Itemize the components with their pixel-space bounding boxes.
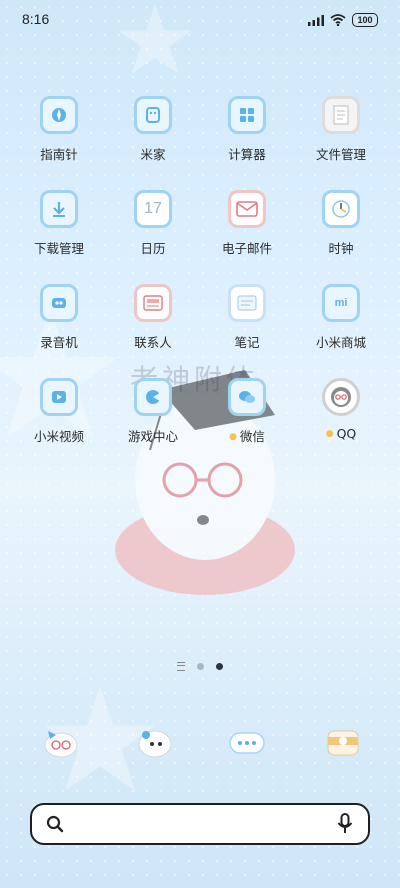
app-wechat[interactable]: ● 微信	[200, 378, 294, 445]
app-notes[interactable]: 笔记	[200, 284, 294, 351]
calendar-date: 17	[144, 200, 162, 217]
app-mijia[interactable]: 米家	[106, 96, 200, 163]
status-time: 8:16	[22, 11, 50, 27]
app-label: ● QQ	[294, 426, 388, 441]
mijia-icon	[134, 96, 172, 134]
app-recorder[interactable]: 录音机	[12, 284, 106, 351]
app-label-text: QQ	[336, 426, 357, 441]
game-center-icon	[134, 378, 172, 416]
wechat-icon	[228, 378, 266, 416]
contacts-icon	[134, 284, 172, 322]
microphone-icon[interactable]	[336, 813, 354, 835]
app-label: 联系人	[134, 335, 172, 350]
app-qq[interactable]: ● QQ	[294, 378, 388, 441]
app-label-text: 微信	[239, 429, 265, 444]
app-label: 指南针	[40, 147, 78, 162]
app-compass[interactable]: 指南针	[12, 96, 106, 163]
app-game-center[interactable]: 游戏中心	[106, 378, 200, 445]
app-label: ● 微信	[200, 426, 294, 445]
calculator-icon	[228, 96, 266, 134]
hello-kitty-browser-icon[interactable]	[324, 725, 362, 759]
app-label: 小米视频	[33, 429, 84, 444]
app-calendar[interactable]: 17 日历	[106, 190, 200, 257]
app-mi-video[interactable]: 小米视频	[12, 378, 106, 445]
compass-icon	[40, 96, 78, 134]
page-dot-2-active[interactable]	[216, 663, 223, 670]
app-file-manager[interactable]: 文件管理	[294, 96, 388, 163]
page-indicator	[0, 662, 400, 671]
calendar-icon: 17	[134, 190, 172, 228]
app-label: 游戏中心	[127, 429, 178, 444]
qq-icon	[322, 378, 360, 416]
app-label: 笔记	[234, 335, 260, 350]
wifi-icon	[330, 14, 346, 26]
dock	[0, 725, 400, 769]
mi-store-icon: mi	[322, 284, 360, 322]
new-indicator-dot: ●	[229, 432, 237, 442]
app-clock[interactable]: 时钟	[294, 190, 388, 257]
app-label: 计算器	[228, 147, 266, 162]
app-mi-store[interactable]: mi 小米商城	[294, 284, 388, 351]
app-email[interactable]: 电子邮件	[200, 190, 294, 257]
app-calculator[interactable]: 计算器	[200, 96, 294, 163]
app-contacts[interactable]: 联系人	[106, 284, 200, 351]
app-download-manager[interactable]: 下载管理	[12, 190, 106, 257]
app-label: 下载管理	[33, 241, 84, 256]
battery-icon: 100	[352, 13, 378, 27]
status-icons: 100	[308, 13, 378, 27]
hello-kitty-messages-icon[interactable]	[228, 725, 266, 759]
page-dot-1[interactable]	[197, 663, 204, 670]
hello-kitty-phone-icon[interactable]	[42, 725, 80, 759]
new-indicator-dot: ●	[325, 429, 334, 439]
app-label: 时钟	[328, 241, 354, 256]
status-bar: 8:16 100	[0, 0, 400, 40]
app-label: 米家	[140, 147, 166, 162]
app-label: 录音机	[40, 335, 78, 350]
clock-icon	[322, 190, 360, 228]
app-label: 文件管理	[315, 147, 366, 162]
email-icon	[228, 190, 266, 228]
mi-video-icon	[40, 378, 78, 416]
app-drawer-lines-icon[interactable]	[177, 662, 185, 671]
app-label: 小米商城	[315, 335, 366, 350]
search-bar[interactable]	[30, 803, 370, 845]
app-label: 电子邮件	[221, 241, 272, 256]
file-manager-icon	[322, 96, 360, 134]
app-label: 日历	[140, 241, 166, 256]
signal-icon	[308, 14, 324, 26]
hello-kitty-camera-icon[interactable]	[136, 725, 174, 759]
search-icon	[46, 815, 64, 833]
download-icon	[40, 190, 78, 228]
recorder-icon	[40, 284, 78, 322]
notes-icon	[228, 284, 266, 322]
